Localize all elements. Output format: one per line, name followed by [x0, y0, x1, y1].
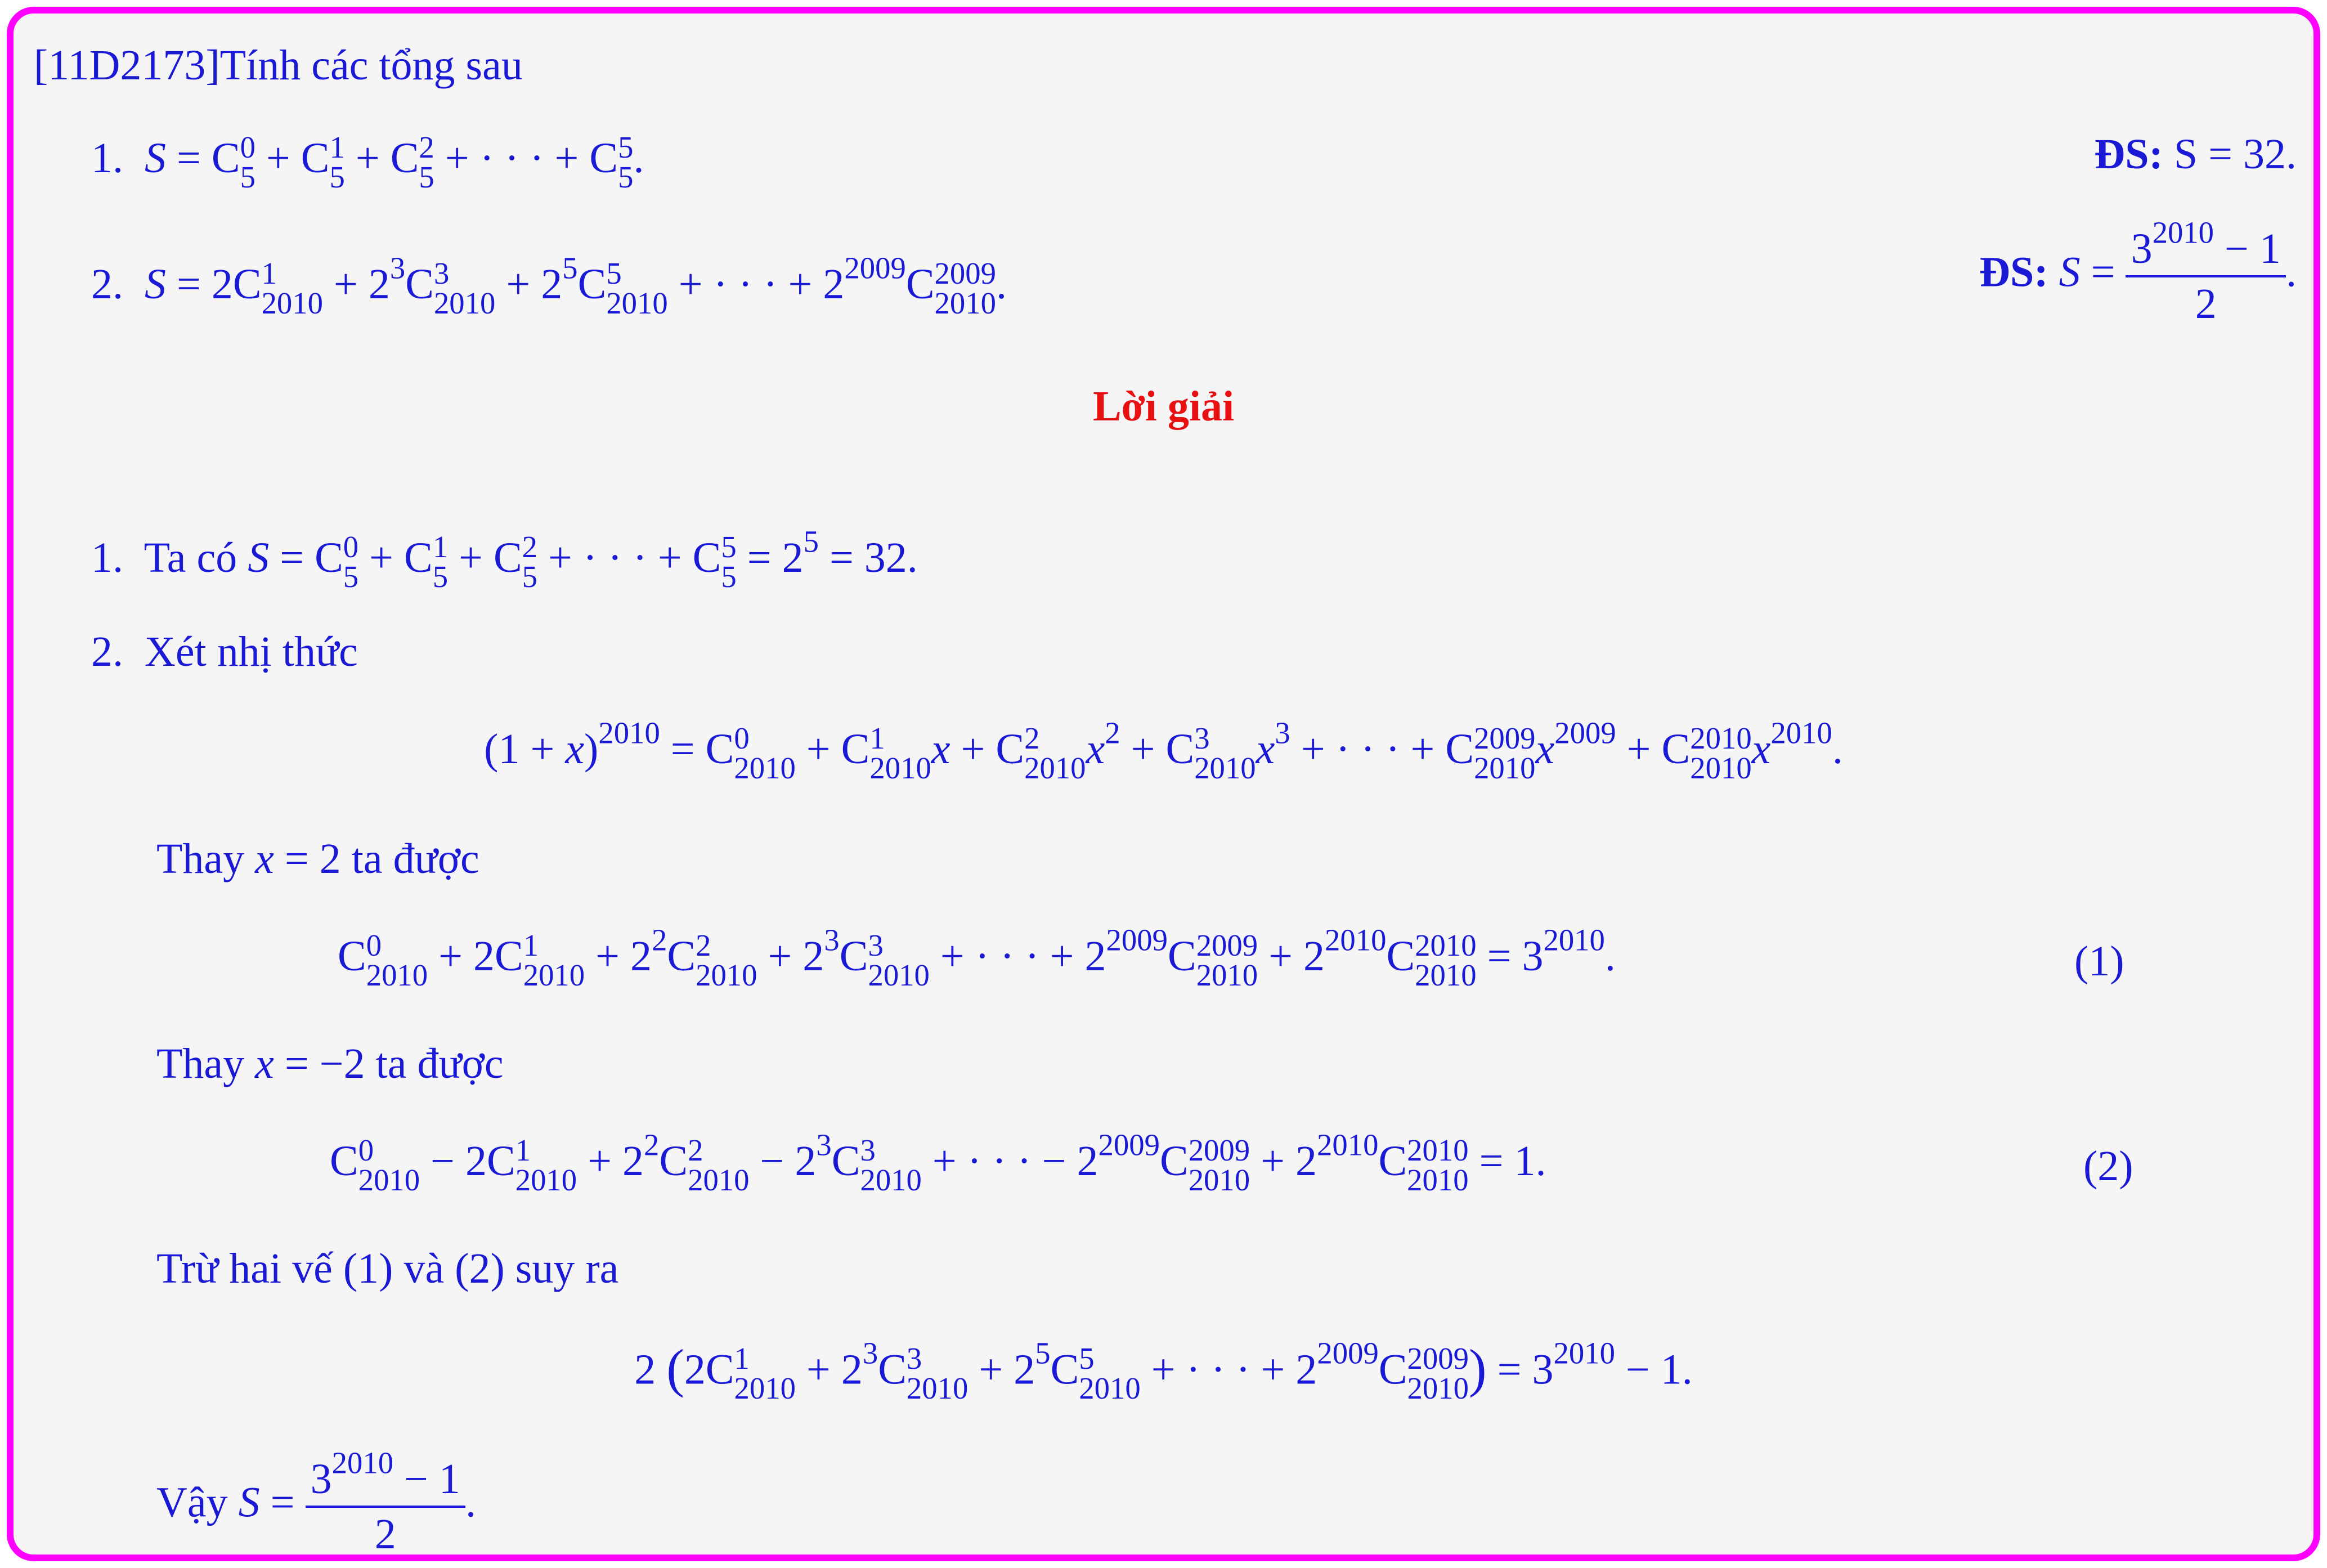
problem-1-number: 1. — [91, 134, 123, 182]
binomial-expansion: (1 + x)2010 = C 0 2010 + C 1 2010 x + C 2 2010 x… — [484, 715, 1843, 786]
solution-step-1: 1. Ta có S = C05 + C15 + C25 + · · · + C… — [91, 524, 918, 594]
step-1-prefix: Ta có — [144, 534, 237, 581]
subtract-text: Trừ hai vế (1) và (2) suy ra — [156, 1245, 619, 1292]
substitute-x-2: Thay x = 2 ta được — [156, 835, 479, 882]
problem-2-number: 2. — [91, 260, 123, 308]
answer-label: ĐS: — [1979, 248, 2048, 296]
equation-1-label: (1) — [2074, 938, 2124, 985]
problem-header: [11D2173]Tính các tổng sau — [34, 42, 523, 89]
answer-label: ĐS: — [2094, 131, 2163, 178]
conclusion: Vậy S = 32010 − 12. — [156, 1445, 477, 1558]
equation-2-label: (2) — [2083, 1143, 2133, 1190]
step-2-number: 2. — [91, 628, 123, 675]
problem-2-answer: ĐS: S = 32010 − 12. — [1979, 215, 2297, 328]
solution-step-2: 2. Xét nhị thức — [91, 630, 358, 673]
step-1-number: 1. — [91, 534, 123, 581]
problem-2-statement: 2. S = 2C 1 2010 + 23C 3 2010 + 25C 5 2010 + ·… — [91, 250, 1007, 321]
problem-1-answer: ĐS: S = 32. — [2094, 133, 2297, 176]
equation-2: C 0 2010 − 2C 1 2010 + 22C 2 2010 − 23C 3 2010 +… — [330, 1127, 1546, 1198]
combined-equation: 2 (2C 1 2010 + 23C 3 2010 + 25C 5 2010 + · · ·… — [634, 1336, 1693, 1406]
conclusion-fraction: 32010 − 12 — [305, 1448, 466, 1556]
problem-1-statement: 1. S = C05 + C15 + C25 + · · · + C55. — [91, 130, 644, 195]
substitute-x-minus-2: Thay x = −2 ta được — [156, 1040, 504, 1087]
answer-fraction: 32010 − 12 — [2126, 217, 2286, 325]
step-2-intro: Xét nhị thức — [145, 628, 358, 675]
problem-card: [11D2173]Tính các tổng sau 1. S = C05 + … — [7, 7, 2320, 1561]
solution-title: Lời giải — [1092, 383, 1235, 430]
answer-value: S = 32. — [2173, 131, 2297, 178]
problem-page: [11D2173]Tính các tổng sau 1. S = C05 + … — [14, 14, 2313, 1558]
equation-1: C 0 2010 + 2C 1 2010 + 22C 2 2010 + 23C 3 2010 +… — [338, 922, 1616, 993]
